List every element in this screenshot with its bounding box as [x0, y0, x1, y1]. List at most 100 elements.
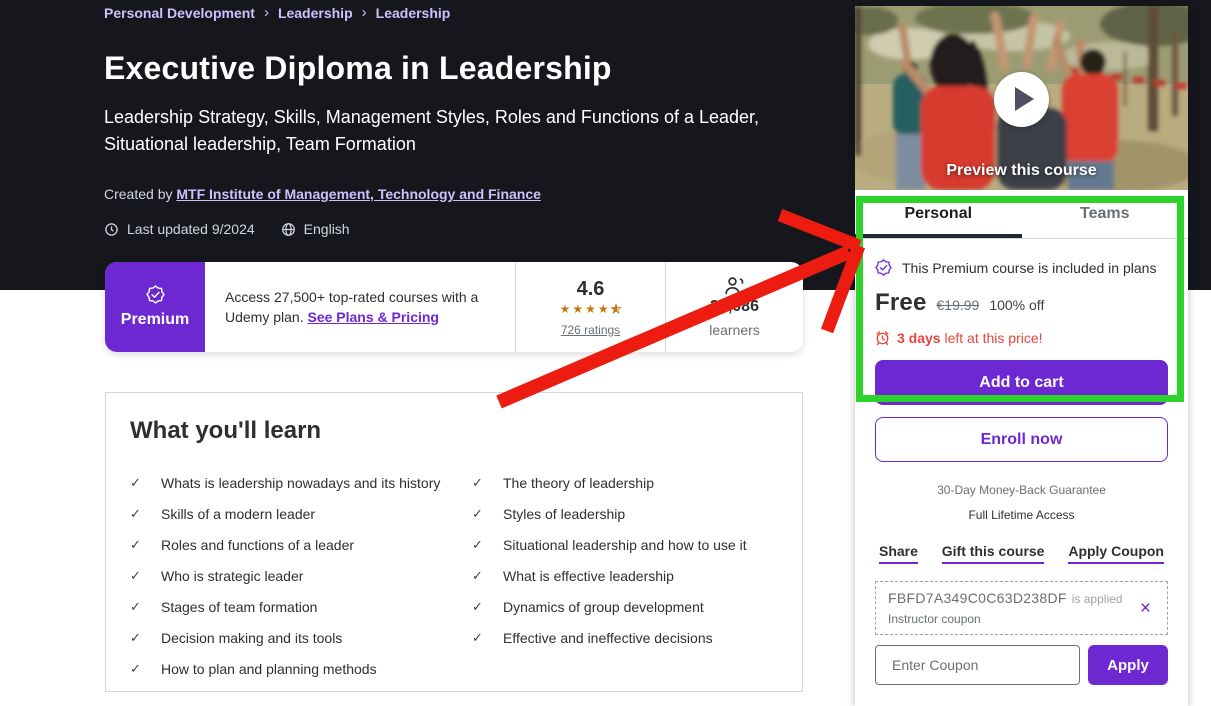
list-item: ✓ Whats is leadership nowadays and its hi… — [130, 475, 441, 491]
learners-summary: 31,086 learners — [665, 262, 803, 352]
coupon-type: Instructor coupon — [888, 612, 981, 626]
learn-list-right: ✓ The theory of leadership ✓ Styles of lea… — [472, 475, 747, 677]
check-icon: ✓ — [130, 568, 141, 583]
last-updated-text: Last updated 9/2024 — [127, 221, 255, 237]
original-price: €19.99 — [936, 297, 980, 313]
check-icon: ✓ — [472, 630, 483, 645]
list-item: ✓ Decision making and its tools — [130, 630, 343, 646]
check-icon: ✓ — [472, 599, 483, 614]
course-subtitle: Leadership Strategy, Skills, Management … — [104, 107, 760, 154]
learn-list-left: ✓ Whats is leadership nowadays and its hi… — [130, 475, 472, 677]
chevron-right-icon: › — [361, 4, 367, 21]
remove-coupon-icon[interactable]: × — [1136, 599, 1155, 618]
premium-badge-label: Premium — [120, 311, 190, 328]
check-icon: ✓ — [130, 475, 141, 490]
enroll-now-button[interactable]: Enroll now — [875, 417, 1168, 462]
coupon-input[interactable] — [875, 645, 1080, 685]
list-item: ✓ Roles and functions of a leader — [130, 537, 355, 553]
learners-icon — [724, 277, 743, 295]
course-action-links: Share Gift this course Apply Coupon — [875, 543, 1168, 564]
countdown-rest: left at this price! — [940, 330, 1043, 346]
breadcrumb: Personal Development › Leadership › Lead… — [104, 4, 450, 21]
clock-icon — [105, 222, 118, 236]
star-icon: ★ — [572, 301, 584, 316]
share-link[interactable]: Share — [879, 543, 918, 564]
play-icon — [1015, 87, 1034, 111]
list-item: ✓ Who is strategic leader — [130, 568, 304, 584]
premium-plan-badge-icon — [875, 259, 892, 276]
what-youll-learn-panel: What you'll learn ✓ Whats is leadership n… — [105, 392, 803, 692]
check-icon: ✓ — [472, 475, 483, 490]
money-back-guarantee: 30-Day Money-Back Guarantee — [937, 483, 1106, 497]
course-preview-video[interactable]: Preview this course — [855, 6, 1188, 190]
created-by-line: Created by MTF Institute of Management, … — [104, 186, 541, 202]
price-countdown: 3 days left at this price! — [875, 330, 1168, 346]
premium-included-row: This Premium course is included in plans — [875, 259, 1168, 276]
list-item: ✓ Skills of a modern leader — [130, 506, 316, 522]
learn-heading: What you'll learn — [130, 417, 322, 444]
pricing-tabs: Personal Teams — [855, 190, 1188, 239]
list-item: ✓ Stages of team formation — [130, 599, 318, 615]
star-rating: ★ ★ ★ ★ ★ ★ — [559, 301, 622, 316]
course-meta-row: Last updated 9/2024 English — [104, 221, 350, 237]
applied-coupon-box: FBFD7A349C0C63D238DF is applied Instructo… — [875, 581, 1168, 635]
instructor-link[interactable]: MTF Institute of Management, Technology … — [176, 186, 541, 202]
check-icon: ✓ — [130, 506, 141, 521]
chevron-right-icon: › — [263, 4, 269, 21]
star-icon: ★ — [585, 301, 596, 316]
check-icon: ✓ — [472, 506, 483, 521]
rating-value: 4.6 — [576, 277, 605, 300]
coupon-code: FBFD7A349C0C63D238DF — [888, 590, 1067, 606]
discount-percent: 100% off — [989, 297, 1045, 313]
tab-teams[interactable]: Teams — [1022, 190, 1189, 238]
countdown-days: 3 days — [897, 330, 941, 346]
ratings-count-link[interactable]: 726 ratings — [561, 323, 620, 337]
check-icon: ✓ — [130, 630, 141, 645]
alarm-clock-icon — [876, 331, 889, 346]
list-item: ✓ Situational leadership and how to use i… — [472, 537, 747, 553]
star-icon: ★ — [597, 301, 609, 316]
breadcrumb-link-personal-development[interactable]: Personal Development — [104, 5, 255, 21]
check-icon: ✓ — [130, 537, 141, 552]
see-plans-pricing-link[interactable]: See Plans & Pricing — [307, 309, 439, 325]
check-icon: ✓ — [130, 661, 141, 676]
breadcrumb-link-leadership-2[interactable]: Leadership — [376, 5, 451, 21]
learners-label: learners — [709, 322, 760, 338]
apply-coupon-button[interactable]: Apply — [1088, 645, 1168, 685]
breadcrumb-link-leadership[interactable]: Leadership — [278, 5, 353, 21]
coupon-entry-row: Apply — [875, 645, 1168, 685]
list-item: ✓ Effective and ineffective decisions — [472, 630, 713, 646]
coupon-applied-text: is applied — [1071, 592, 1123, 606]
premium-badge: Premium — [105, 262, 205, 352]
list-item: ✓ What is effective leadership — [472, 568, 674, 584]
add-to-cart-button[interactable]: Add to cart — [875, 360, 1168, 405]
current-price: Free — [875, 289, 927, 316]
apply-coupon-link[interactable]: Apply Coupon — [1068, 543, 1164, 564]
lifetime-access: Full Lifetime Access — [968, 508, 1075, 522]
learners-count: 31,086 — [710, 298, 759, 315]
purchase-sidebar-card: Preview this course Personal Teams This … — [855, 6, 1188, 706]
course-language: English — [303, 221, 350, 237]
check-icon: ✓ — [130, 599, 141, 614]
premium-banner-card: Premium Access 27,500+ top-rated courses… — [105, 262, 803, 352]
premium-rosette-icon — [145, 285, 165, 304]
list-item: ✓ How to plan and planning methods — [130, 661, 377, 677]
check-icon: ✓ — [472, 537, 483, 552]
globe-icon — [281, 222, 295, 236]
preview-course-label: Preview this course — [946, 162, 1097, 179]
tab-personal[interactable]: Personal — [855, 190, 1022, 238]
gift-course-link[interactable]: Gift this course — [941, 543, 1045, 564]
price-row: Free €19.99 100% off — [875, 289, 1168, 317]
check-icon: ✓ — [472, 568, 483, 583]
star-icon: ★ — [559, 301, 571, 316]
list-item: ✓ The theory of leadership — [472, 475, 654, 491]
play-button[interactable] — [994, 72, 1049, 127]
premium-included-text: This Premium course is included in plans — [902, 259, 1157, 276]
page-title: Executive Diploma in Leadership — [104, 50, 612, 86]
list-item: ✓ Dynamics of group development — [472, 599, 704, 615]
star-half-icon: ★ ★ — [610, 301, 622, 316]
rating-summary: 4.6 ★ ★ ★ ★ ★ ★ 726 ratings — [515, 262, 665, 352]
list-item: ✓ Styles of leadership — [472, 506, 626, 522]
premium-banner-text: Access 27,500+ top-rated courses with a … — [205, 262, 515, 352]
created-by-label: Created by — [104, 186, 177, 202]
